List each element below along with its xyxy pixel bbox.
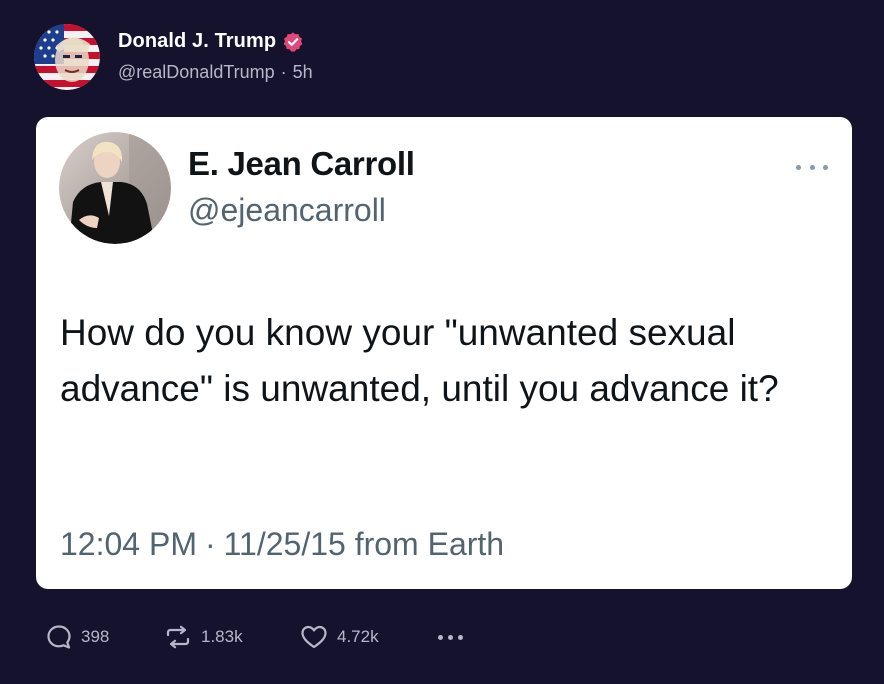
more-dots-icon[interactable]: [796, 157, 828, 177]
quoted-author-handle[interactable]: @ejeancarroll: [188, 192, 386, 229]
quoted-author-avatar[interactable]: [59, 132, 171, 244]
like-button[interactable]: 4.72k: [300, 624, 438, 650]
author-avatar[interactable]: [34, 24, 100, 90]
author-name[interactable]: Donald J. Trump: [118, 30, 276, 53]
post-header: Donald J. Trump @realDonaldTrump · 5h: [34, 24, 313, 90]
author-meta: Donald J. Trump @realDonaldTrump · 5h: [118, 28, 313, 83]
quoted-tweet-date-source: 11/25/15 from Earth: [223, 526, 505, 562]
like-count: 4.72k: [337, 627, 379, 646]
quoted-tweet-card[interactable]: E. Jean Carroll @ejeancarroll How do you…: [36, 117, 852, 589]
more-dot: [438, 634, 443, 640]
more-dot: [458, 634, 463, 640]
action-bar: 398 1.83k 4.72k: [46, 620, 463, 654]
author-handle[interactable]: @realDonaldTrump: [118, 62, 275, 82]
post-timestamp[interactable]: 5h: [293, 62, 313, 82]
more-dots-icon[interactable]: [438, 622, 463, 652]
repost-button[interactable]: 1.83k: [164, 624, 300, 650]
comment-bubble-icon: [47, 625, 71, 649]
reply-count: 398: [81, 627, 110, 646]
more-dot: [823, 164, 828, 170]
repost-count: 1.83k: [201, 627, 243, 646]
author-subline: @realDonaldTrump · 5h: [118, 62, 313, 83]
more-dot: [809, 164, 815, 170]
repost-arrows-icon: [166, 625, 190, 649]
quoted-author-avatar-image: [59, 132, 171, 244]
reply-button[interactable]: 398: [46, 624, 164, 650]
heart-icon: [301, 625, 327, 649]
more-dot: [448, 634, 453, 640]
quoted-tweet-time[interactable]: 12:04 PM: [60, 526, 197, 562]
verified-badge-icon: [282, 31, 304, 53]
quoted-author-name[interactable]: E. Jean Carroll: [188, 145, 415, 183]
author-name-row: Donald J. Trump: [118, 28, 313, 56]
quoted-tweet-footer: 12:04 PM · 11/25/15 from Earth: [60, 526, 504, 563]
footer-separator: ·: [204, 526, 216, 562]
quoted-tweet-text: How do you know your "unwanted sexual ad…: [60, 312, 779, 409]
author-avatar-image: [34, 24, 100, 90]
more-dot: [796, 164, 801, 170]
subline-separator: ·: [280, 61, 287, 82]
